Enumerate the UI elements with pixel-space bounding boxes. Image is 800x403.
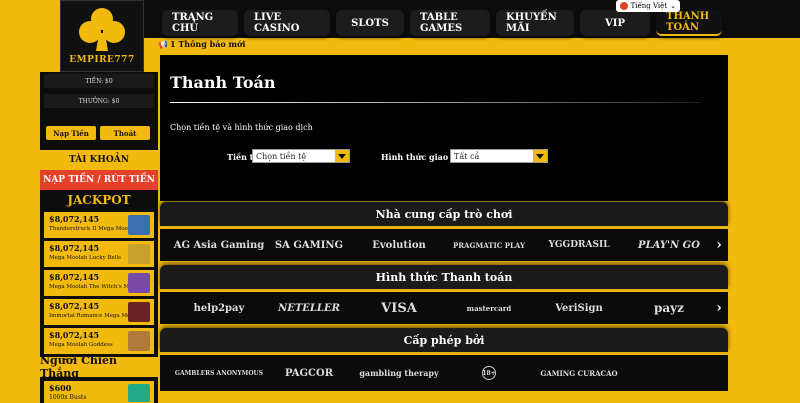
game-thumbnail: [128, 302, 150, 322]
provider-ag-asia-gaming[interactable]: AG Asia Gaming: [174, 240, 265, 251]
winner-game-name: 1000x Busts: [49, 394, 87, 401]
nav-promotions[interactable]: KHUYẾN MÃI: [496, 10, 574, 36]
payment-payz[interactable]: payz: [624, 301, 714, 315]
logout-button[interactable]: Thoát: [100, 126, 150, 140]
jackpot-list: $8,072,145 Thunderstruck II Mega Moolah $8…: [40, 212, 158, 354]
jackpot-item[interactable]: $8,072,145 Thunderstruck II Mega Moolah: [44, 212, 154, 238]
currency-value: Chọn tiền tệ: [256, 151, 307, 161]
provider-sa-gaming[interactable]: SA GAMING: [264, 240, 354, 251]
game-thumbnail: [128, 273, 150, 293]
jackpot-game-name: Mega Moolah Lucky Bells: [49, 255, 122, 261]
payments-title: Hình thức Thanh toán: [160, 265, 728, 289]
nav-payment[interactable]: THANH TOÁN: [656, 10, 722, 36]
sidebar: TIỀN: $0 THƯỞNG: $0 Nạp Tiền Thoát TÀI K…: [40, 72, 158, 403]
jackpot-game-name: Mega Moolah The Witch's Moon: [49, 284, 129, 290]
providers-title: Nhà cung cấp trò chơi: [160, 202, 728, 226]
payment-mastercard[interactable]: mastercard: [444, 304, 534, 313]
jackpot-amount: $8,072,145: [49, 272, 100, 282]
payment-panel: Thanh Toán Chọn tiền tệ và hình thức gia…: [160, 55, 728, 201]
jackpot-amount: $8,072,145: [49, 214, 100, 224]
dropdown-arrow-icon: [335, 150, 349, 162]
jackpot-title: JACKPOT: [40, 190, 158, 210]
deposit-withdraw-menu[interactable]: NẠP TIỀN / RÚT TIỀN: [40, 170, 158, 190]
game-thumbnail: [128, 384, 150, 402]
method-select[interactable]: Tất cả: [450, 149, 548, 163]
deposit-button[interactable]: Nạp Tiền: [46, 126, 96, 140]
method-value: Tất cả: [454, 151, 480, 161]
jackpot-amount: $8,072,145: [49, 243, 100, 253]
nav-live-casino[interactable]: LIVE CASINO: [244, 10, 330, 36]
logo-suffix: 777: [114, 55, 135, 65]
provider-evolution[interactable]: Evolution: [354, 240, 444, 251]
payment-visa[interactable]: VISA: [354, 301, 444, 316]
winner-amount: $600: [49, 383, 72, 393]
winner-list: $600 1000x Busts: [40, 381, 158, 403]
providers-row: AG Asia Gaming SA GAMING Evolution PRAGM…: [160, 229, 728, 261]
notification-link[interactable]: 📢 1 Thông báo mới: [158, 39, 245, 49]
jackpot-item[interactable]: $8,072,145 Mega Moolah Lucky Bells: [44, 241, 154, 267]
logo-text: EMPIRE777: [69, 55, 135, 65]
title-divider: [170, 102, 700, 103]
license-gamblers-anonymous[interactable]: GAMBLERS ANONYMOUS: [174, 370, 264, 377]
licenses-row: GAMBLERS ANONYMOUS PAGCOR gambling thera…: [160, 355, 728, 391]
club-suit-icon: [79, 8, 125, 51]
vietnam-flag-icon: [619, 2, 628, 10]
license-pagcor[interactable]: PAGCOR: [264, 368, 354, 379]
nav-slots[interactable]: SLOTS: [336, 10, 404, 36]
payment-help2pay[interactable]: help2pay: [174, 303, 264, 314]
game-thumbnail: [128, 331, 150, 351]
nav-table-games[interactable]: TABLE GAMES: [410, 10, 490, 36]
chevron-down-icon: ⌄: [670, 2, 676, 10]
jackpot-amount: $8,072,145: [49, 330, 100, 340]
jackpot-item[interactable]: $8,072,145 Immortal Romance Mega Moolah: [44, 299, 154, 325]
instruction-text: Chọn tiền tệ và hình thức giao dịch: [170, 123, 313, 132]
account-menu[interactable]: TÀI KHOẢN: [40, 150, 158, 170]
nav-home[interactable]: TRANG CHỦ: [162, 10, 238, 36]
winners-title: Người Chiến Thắng: [40, 354, 158, 380]
page-title: Thanh Toán: [170, 73, 276, 92]
jackpot-item[interactable]: $8,072,145 Mega Moolah The Witch's Moon: [44, 270, 154, 296]
license-18-plus[interactable]: 18+: [444, 366, 534, 380]
dropdown-arrow-icon: [533, 150, 547, 162]
balance-display: TIỀN: $0: [44, 74, 154, 88]
payment-verisign[interactable]: VeriSign: [534, 303, 624, 314]
jackpot-game-name: Thunderstruck II Mega Moolah: [49, 226, 129, 232]
provider-yggdrasil[interactable]: YGGDRASIL: [534, 240, 624, 250]
notification-text: 1 Thông báo mới: [169, 39, 246, 49]
nav-vip[interactable]: VIP: [580, 10, 650, 36]
jackpot-game-name: Mega Moolah Goddess: [49, 342, 113, 348]
payments-row: help2pay NETELLER VISA mastercard VeriSi…: [160, 292, 728, 324]
jackpot-game-name: Immortal Romance Mega Moolah: [49, 313, 129, 319]
main-nav: TRANG CHỦ LIVE CASINO SLOTS TABLE GAMES …: [162, 10, 722, 36]
chevron-right-icon[interactable]: ›: [714, 237, 724, 253]
game-thumbnail: [128, 244, 150, 264]
jackpot-item[interactable]: $8,072,145 Mega Moolah Goddess: [44, 328, 154, 354]
language-label: Tiếng Việt: [630, 2, 668, 10]
winner-item[interactable]: $600 1000x Busts: [44, 381, 154, 403]
language-selector[interactable]: Tiếng Việt ⌄: [615, 0, 680, 12]
age-18-icon: 18+: [482, 366, 496, 380]
jackpot-amount: $8,072,145: [49, 301, 100, 311]
chevron-right-icon[interactable]: ›: [714, 300, 724, 316]
licenses-title: Cấp phép bởi: [160, 328, 728, 352]
currency-select[interactable]: Chọn tiền tệ: [252, 149, 350, 163]
megaphone-icon: 📢: [158, 39, 168, 49]
license-gambling-therapy[interactable]: gambling therapy: [354, 368, 444, 378]
account-buttons: Nạp Tiền Thoát: [46, 126, 158, 140]
bonus-display: THƯỞNG: $0: [44, 94, 154, 108]
site-logo[interactable]: EMPIRE777: [60, 0, 144, 72]
provider-pragmatic-play[interactable]: PRAGMATIC PLAY: [444, 241, 534, 250]
license-gaming-curacao[interactable]: GAMING CURACAO: [534, 369, 624, 378]
game-thumbnail: [128, 215, 150, 235]
provider-playngo[interactable]: PLAY'N GO: [624, 240, 714, 251]
payment-neteller[interactable]: NETELLER: [264, 303, 354, 314]
